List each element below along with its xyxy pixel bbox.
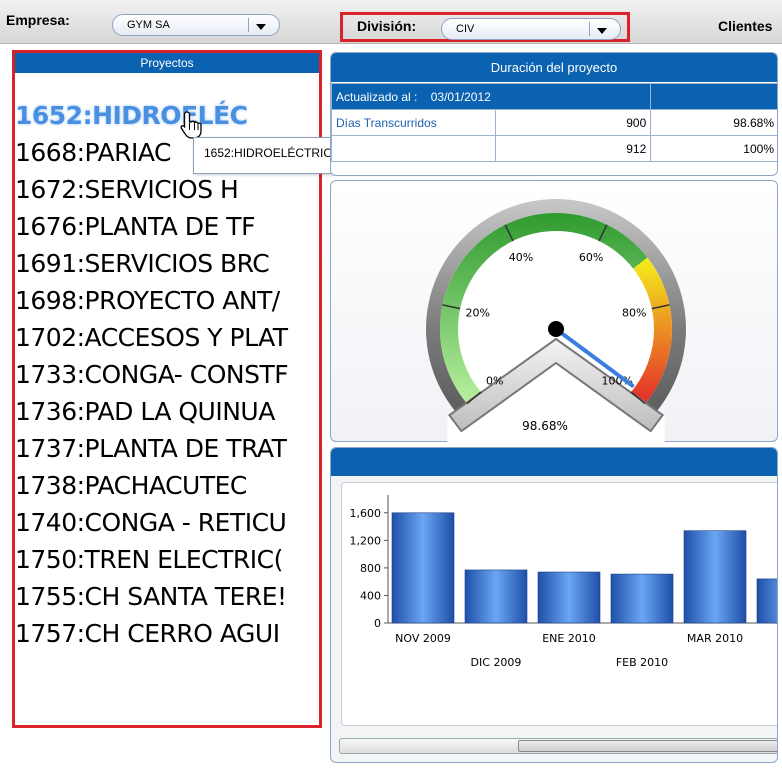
gauge-tick-label: 60% [579,251,603,264]
y-axis-tick-label: 800 [360,562,381,575]
filter-bar: Empresa: GYM SA División: CIV Clientes [0,0,782,44]
projects-header: Proyectos [15,53,319,73]
updated-label: Actualizado al : [336,89,418,104]
duration-header-row: Actualizado al : 03/01/2012 [331,83,777,110]
gauge-value-label: 98.68% [522,419,568,433]
chart-scrollbar[interactable] [339,738,777,754]
gauge-tick-label: 40% [509,251,533,264]
chevron-down-icon[interactable] [255,18,267,32]
empresa-select-value: GYM SA [127,19,170,31]
project-list-item[interactable]: 1755:CH SANTA TERE! [15,582,287,611]
project-list-item[interactable]: 1691:SERVICIOS BRC [15,249,270,278]
hand-cursor-icon [180,111,202,139]
bar-chart: 0 400 800 1,200 1,600 NOV 2009 DIC 2009 ENE 201… [350,495,778,669]
project-list-item[interactable]: 1738:PACHACUTEC [15,471,247,500]
project-list-item[interactable]: 1750:TREN ELECTRIC( [15,545,283,574]
combo-separator [248,18,249,32]
gauge-panel: 0% 20% 40% 60% 80% 100% 98.68% [330,180,778,496]
project-list-item[interactable]: 1736:PAD LA QUINUA [15,397,275,426]
duration-row-value: 900 [494,109,652,136]
division-label: División: [357,18,417,34]
project-list-item[interactable]: 1652:HIDROELÉC [15,101,248,130]
chart-header [331,448,777,476]
x-axis-tick-label: FEB 2010 [616,656,668,669]
duration-title: Duración del proyecto [331,53,777,82]
duration-row: Días Transcurridos 900 98.68% [331,109,777,136]
division-select[interactable]: CIV [441,18,621,40]
x-axis-tick-label: MAR 2010 [687,632,743,645]
gauge-tick-label: 0% [486,374,503,387]
project-list-item[interactable]: 1740:CONGA - RETICU [15,508,287,537]
clientes-label: Clientes [718,18,773,34]
division-select-value: CIV [456,23,475,35]
duration-row-label: Días Transcurridos [331,109,496,136]
duration-table: Actualizado al : 03/01/2012 Días Transcu… [331,83,777,162]
y-axis-tick-label: 1,600 [350,507,382,520]
duration-row-value: 912 [494,135,652,162]
chart-bar[interactable] [683,530,747,624]
scrollbar-thumb[interactable] [518,740,777,752]
duration-row: 912 100% [331,135,777,162]
duration-panel: Duración del proyecto Actualizado al : 0… [330,52,778,176]
y-axis-tick-label: 1,200 [350,534,382,547]
y-axis-tick-label: 0 [374,617,381,630]
x-axis-tick-label: DIC 2009 [471,656,522,669]
project-list-item[interactable]: 1698:PROYECTO ANT/ [15,286,280,315]
project-list-item[interactable]: 1757:CH CERRO AGUI [15,619,280,648]
gauge-hub [548,321,564,337]
project-list-item[interactable]: 1737:PLANTA DE TRAT [15,434,287,463]
chart-bar[interactable] [391,512,455,624]
combo-separator [589,22,590,36]
project-list-item[interactable]: 1733:CONGA- CONSTF [15,360,289,389]
x-axis-tick-label: ENE 2010 [542,632,596,645]
project-list-item[interactable]: 1702:ACCESOS Y PLAT [15,323,288,352]
project-list-item[interactable]: 1668:PARIAC [15,138,172,167]
y-axis-tick-label: 400 [360,589,381,602]
project-list-item[interactable]: 1676:PLANTA DE TF [15,212,255,241]
duration-row-percent: 100% [650,135,777,162]
gauge-tick-label: 20% [466,306,490,319]
empresa-select[interactable]: GYM SA [112,14,280,36]
chart-bar[interactable] [756,578,778,624]
updated-date: 03/01/2012 [430,89,491,104]
header-empty-cell [650,83,777,110]
updated-cell: Actualizado al : 03/01/2012 [331,83,652,110]
chart-bar[interactable] [610,573,674,624]
progress-gauge: 0%20%40% 60%80%100% 98.68% [426,199,686,496]
duration-row-percent: 98.68% [650,109,777,136]
chart-bar[interactable] [537,571,601,624]
chevron-down-icon[interactable] [596,22,608,36]
project-list-item[interactable]: 1672:SERVICIOS H [15,175,239,204]
chart-area: 0 400 800 1,200 1,600 NOV 2009 DIC 2009 ENE 201… [341,482,778,726]
duration-row-label [331,135,496,162]
chart-bar[interactable] [464,569,528,624]
gauge-tick-label: 80% [622,306,646,319]
x-axis-tick-label: NOV 2009 [395,632,451,645]
monthly-chart-panel: 0 400 800 1,200 1,600 NOV 2009 DIC 2009 ENE 201… [330,447,778,763]
empresa-label: Empresa: [6,12,70,28]
